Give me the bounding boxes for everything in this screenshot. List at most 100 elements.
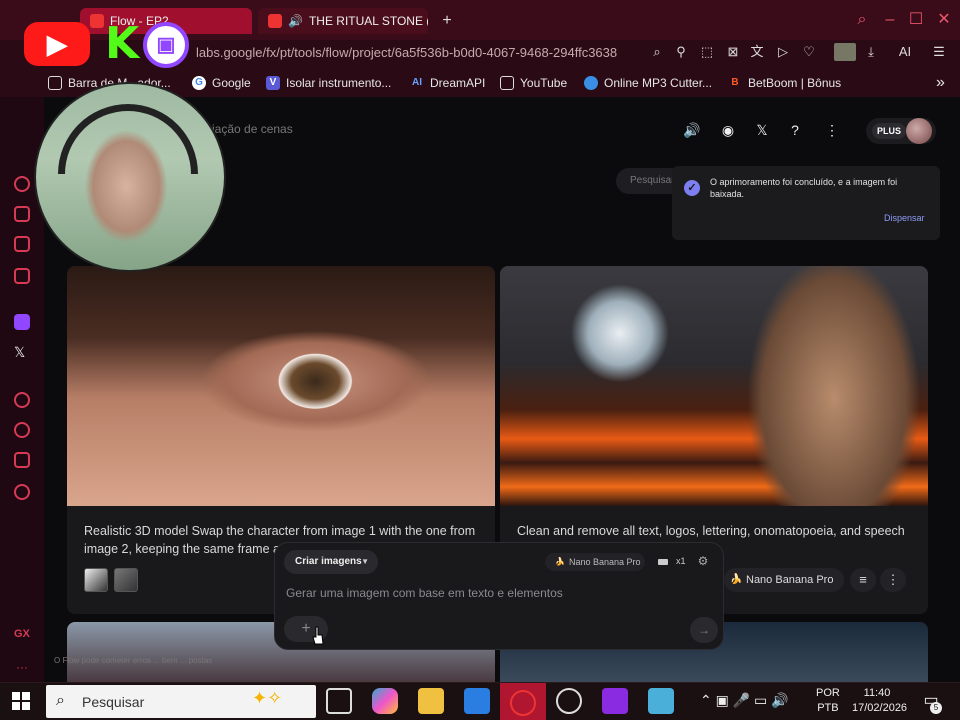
ai-icon: AI: [412, 77, 422, 88]
player-icon[interactable]: [14, 392, 30, 408]
bookmark-label: DreamAPI: [430, 76, 486, 90]
model-selector[interactable]: Nano Banana Pro: [545, 553, 645, 571]
bookmark-youtube[interactable]: YouTube: [500, 75, 567, 91]
search-highlight-icon: ✦✧: [252, 688, 283, 708]
tab-ritual-stone[interactable]: 🔊 THE RITUAL STONE (O: [258, 8, 428, 34]
download-icon[interactable]: ⤓: [862, 43, 880, 61]
project-title: iação de cenas: [212, 122, 293, 136]
send-button[interactable]: →: [690, 617, 718, 643]
extensions-icon[interactable]: [14, 452, 30, 468]
translate-icon[interactable]: 文: [748, 43, 766, 61]
discord-icon[interactable]: ◉: [719, 121, 737, 139]
kick-logo-icon: K: [104, 18, 140, 69]
file-explorer-icon[interactable]: [418, 688, 444, 714]
toast-message: O aprimoramento foi concluído, e a image…: [710, 177, 898, 199]
language-indicator[interactable]: POR PTB: [816, 686, 840, 716]
taskbar-search-placeholder: Pesquisar: [82, 694, 145, 710]
google-icon: G: [192, 76, 206, 90]
volume-icon[interactable]: 🔊: [683, 121, 701, 139]
bookmark-label: Online MP3 Cutter...: [604, 76, 713, 90]
tab-label: THE RITUAL STONE (O: [308, 14, 428, 28]
more-bookmarks-icon[interactable]: »: [936, 74, 945, 91]
mp3-icon: [584, 76, 598, 90]
profile-thumb-icon[interactable]: [834, 43, 856, 61]
system-tray-icons[interactable]: ⌃ ▣ 🎤 ▭ 🔊: [700, 692, 789, 709]
help-icon[interactable]: ?: [786, 121, 804, 139]
speed-dial-icon[interactable]: [14, 176, 30, 192]
tune-icon[interactable]: ⚙: [694, 554, 712, 570]
folder-icon: [48, 76, 62, 90]
obs-icon[interactable]: [556, 688, 582, 714]
reference-thumbnail[interactable]: [114, 568, 138, 592]
screenshot-icon[interactable]: ⬚: [698, 43, 716, 61]
plus-label: PLUS: [872, 123, 907, 139]
aria-icon[interactable]: [14, 206, 30, 222]
x-social-icon[interactable]: 𝕏: [753, 121, 771, 139]
app-icon[interactable]: [602, 688, 628, 714]
notepad-icon[interactable]: [648, 688, 674, 714]
prompt-input[interactable]: [286, 584, 706, 602]
notification-count: 5: [930, 702, 942, 714]
bookmark-google[interactable]: G Google: [192, 75, 251, 91]
maximize-icon[interactable]: ☐: [906, 10, 926, 30]
search-icon: ⌕: [56, 692, 65, 709]
reference-thumbnail[interactable]: [84, 568, 108, 592]
settings-icon[interactable]: [14, 484, 30, 500]
card-more-icon[interactable]: ⋮: [880, 568, 906, 592]
pin-icon[interactable]: ⚲: [672, 43, 690, 61]
block-icon[interactable]: ⊠: [724, 43, 742, 61]
model-chip[interactable]: Nano Banana Pro: [724, 568, 844, 592]
messenger-icon[interactable]: [14, 268, 30, 284]
crypto-wallet-icon[interactable]: [14, 236, 30, 252]
search-tabs-icon[interactable]: ⌕: [852, 10, 872, 30]
minimize-icon[interactable]: –: [880, 10, 900, 30]
sidebar-more-icon[interactable]: ···: [16, 660, 28, 674]
time: 11:40: [863, 687, 891, 699]
clock[interactable]: 11:40 17/02/2026: [852, 686, 908, 716]
new-tab-button[interactable]: +: [438, 12, 456, 30]
gx-icon[interactable]: GX: [14, 628, 30, 640]
output-count[interactable]: x1: [676, 556, 686, 566]
mode-label: Criar imagens: [295, 556, 362, 567]
date: 17/02/2026: [852, 702, 908, 714]
twitch-logo-icon: ▣: [143, 22, 189, 68]
x-icon[interactable]: 𝕏: [14, 344, 30, 360]
chevron-down-icon: ▼: [361, 557, 369, 566]
address-bar[interactable]: labs.google/fx/pt/tools/flow/project/6a5…: [196, 42, 640, 64]
history-icon[interactable]: [14, 422, 30, 438]
page-icon: [500, 76, 514, 90]
more-options-icon[interactable]: ⋮: [823, 121, 841, 139]
bookmark-dreamapi[interactable]: AI DreamAPI: [410, 75, 485, 91]
heart-icon[interactable]: ♡: [800, 43, 818, 61]
close-icon[interactable]: ✕: [934, 10, 954, 30]
dismiss-button[interactable]: Dispensar: [884, 213, 925, 223]
reuse-prompt-icon[interactable]: ≡: [850, 568, 876, 592]
youtube-logo-icon: ▶: [24, 22, 90, 66]
aspect-ratio-icon: [658, 559, 668, 565]
bookmark-mp3-cutter[interactable]: Online MP3 Cutter...: [584, 75, 712, 91]
menu-icon[interactable]: ☰: [930, 43, 948, 61]
bookmark-betboom[interactable]: B BetBoom | Bônus: [728, 75, 841, 91]
twitch-icon[interactable]: [14, 314, 30, 330]
copilot-icon[interactable]: [372, 688, 398, 714]
windows-start-icon[interactable]: [12, 692, 30, 710]
generated-image[interactable]: [67, 266, 495, 506]
youtube-favicon-icon: [268, 14, 282, 28]
opera-gx-icon: [510, 690, 536, 716]
send-icon[interactable]: ▷: [774, 43, 792, 61]
avatar[interactable]: [906, 118, 932, 144]
ai-button[interactable]: AI: [890, 43, 920, 61]
store-icon[interactable]: [464, 688, 490, 714]
hand-cursor-icon: [312, 626, 324, 645]
bookmark-label: Google: [212, 76, 251, 90]
disclaimer-text: O Flow pode cometer erros ... bem ... po…: [54, 656, 213, 665]
mode-dropdown[interactable]: Criar imagens ▼: [284, 550, 378, 574]
generated-image[interactable]: [500, 266, 928, 506]
keyboard-code: PTB: [817, 702, 839, 714]
bookmark-label: Isolar instrumento...: [286, 76, 392, 90]
task-view-icon[interactable]: [326, 688, 352, 714]
bookmark-isolar[interactable]: V Isolar instrumento...: [266, 75, 391, 91]
lang-code: POR: [816, 687, 840, 699]
v-icon: V: [266, 76, 280, 90]
zoom-icon[interactable]: ⌕: [648, 43, 666, 61]
